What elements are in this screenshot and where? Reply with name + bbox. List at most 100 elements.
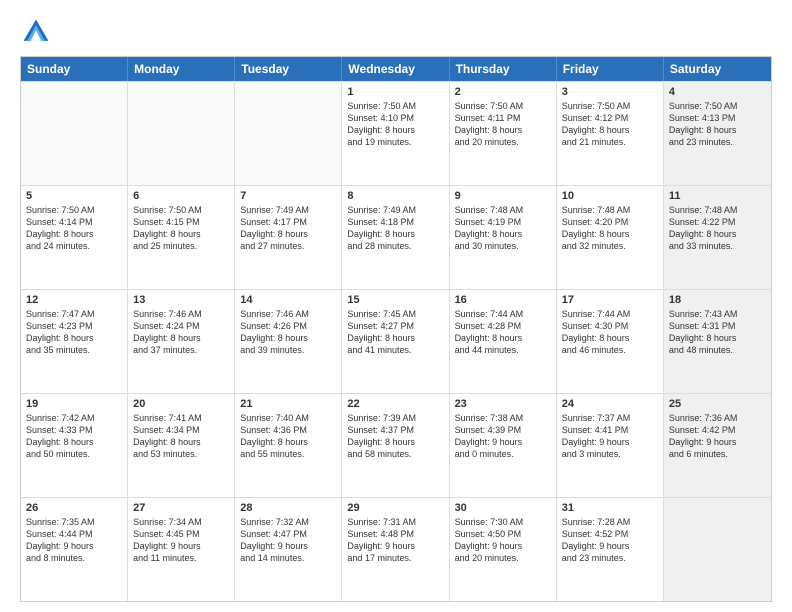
day-number: 6 (133, 190, 229, 202)
cell-info: Sunrise: 7:47 AM Sunset: 4:23 PM Dayligh… (26, 308, 122, 357)
day-number: 4 (669, 86, 766, 98)
calendar-cell: 25Sunrise: 7:36 AM Sunset: 4:42 PM Dayli… (664, 394, 771, 497)
day-number: 5 (26, 190, 122, 202)
day-number: 1 (347, 86, 443, 98)
day-number: 2 (455, 86, 551, 98)
day-number: 15 (347, 294, 443, 306)
calendar-row-3: 19Sunrise: 7:42 AM Sunset: 4:33 PM Dayli… (21, 393, 771, 497)
calendar-cell: 13Sunrise: 7:46 AM Sunset: 4:24 PM Dayli… (128, 290, 235, 393)
day-number: 24 (562, 398, 658, 410)
day-number: 7 (240, 190, 336, 202)
cell-info: Sunrise: 7:50 AM Sunset: 4:12 PM Dayligh… (562, 100, 658, 149)
day-number: 10 (562, 190, 658, 202)
calendar: SundayMondayTuesdayWednesdayThursdayFrid… (20, 56, 772, 602)
day-number: 20 (133, 398, 229, 410)
cell-info: Sunrise: 7:39 AM Sunset: 4:37 PM Dayligh… (347, 412, 443, 461)
calendar-cell: 30 Sunrise: 7:30 AM Sunset: 4:50 PM Dayli… (450, 498, 557, 601)
calendar-cell: 21Sunrise: 7:40 AM Sunset: 4:36 PM Dayli… (235, 394, 342, 497)
calendar-row-0: 1 Sunrise: 7:50 AM Sunset: 4:10 PM Daylig… (21, 81, 771, 185)
calendar-cell: 20Sunrise: 7:41 AM Sunset: 4:34 PM Dayli… (128, 394, 235, 497)
calendar-row-2: 12 Sunrise: 7:47 AM Sunset: 4:23 PM Dayli… (21, 289, 771, 393)
calendar-cell: 10 Sunrise: 7:48 AM Sunset: 4:20 PM Dayli… (557, 186, 664, 289)
cell-info: Sunrise: 7:50 AM Sunset: 4:13 PM Dayligh… (669, 100, 766, 149)
header-day-friday: Friday (557, 57, 664, 81)
cell-info: Sunrise: 7:48 AM Sunset: 4:20 PM Dayligh… (562, 204, 658, 253)
page: SundayMondayTuesdayWednesdayThursdayFrid… (0, 0, 792, 612)
cell-info: Sunrise: 7:28 AM Sunset: 4:52 PM Dayligh… (562, 516, 658, 565)
day-number: 3 (562, 86, 658, 98)
day-number: 28 (240, 502, 336, 514)
calendar-row-1: 5 Sunrise: 7:50 AM Sunset: 4:14 PM Daylig… (21, 185, 771, 289)
calendar-cell: 5 Sunrise: 7:50 AM Sunset: 4:14 PM Daylig… (21, 186, 128, 289)
calendar-header: SundayMondayTuesdayWednesdayThursdayFrid… (21, 57, 771, 81)
day-number: 29 (347, 502, 443, 514)
cell-info: Sunrise: 7:42 AM Sunset: 4:33 PM Dayligh… (26, 412, 122, 461)
day-number: 26 (26, 502, 122, 514)
cell-info: Sunrise: 7:38 AM Sunset: 4:39 PM Dayligh… (455, 412, 551, 461)
day-number: 18 (669, 294, 766, 306)
calendar-cell: 17Sunrise: 7:44 AM Sunset: 4:30 PM Dayli… (557, 290, 664, 393)
day-number: 11 (669, 190, 766, 202)
day-number: 12 (26, 294, 122, 306)
day-number: 9 (455, 190, 551, 202)
cell-info: Sunrise: 7:49 AM Sunset: 4:18 PM Dayligh… (347, 204, 443, 253)
logo (20, 16, 56, 48)
cell-info: Sunrise: 7:46 AM Sunset: 4:26 PM Dayligh… (240, 308, 336, 357)
header-day-sunday: Sunday (21, 57, 128, 81)
cell-info: Sunrise: 7:31 AM Sunset: 4:48 PM Dayligh… (347, 516, 443, 565)
calendar-cell: 11Sunrise: 7:48 AM Sunset: 4:22 PM Dayli… (664, 186, 771, 289)
calendar-cell: 9 Sunrise: 7:48 AM Sunset: 4:19 PM Daylig… (450, 186, 557, 289)
calendar-cell: 14 Sunrise: 7:46 AM Sunset: 4:26 PM Dayli… (235, 290, 342, 393)
calendar-cell: 26 Sunrise: 7:35 AM Sunset: 4:44 PM Dayli… (21, 498, 128, 601)
calendar-cell: 7 Sunrise: 7:49 AM Sunset: 4:17 PM Daylig… (235, 186, 342, 289)
cell-info: Sunrise: 7:32 AM Sunset: 4:47 PM Dayligh… (240, 516, 336, 565)
cell-info: Sunrise: 7:50 AM Sunset: 4:11 PM Dayligh… (455, 100, 551, 149)
cell-info: Sunrise: 7:50 AM Sunset: 4:10 PM Dayligh… (347, 100, 443, 149)
calendar-cell: 19Sunrise: 7:42 AM Sunset: 4:33 PM Dayli… (21, 394, 128, 497)
calendar-cell (664, 498, 771, 601)
calendar-cell: 27 Sunrise: 7:34 AM Sunset: 4:45 PM Dayli… (128, 498, 235, 601)
calendar-cell: 12 Sunrise: 7:47 AM Sunset: 4:23 PM Dayli… (21, 290, 128, 393)
cell-info: Sunrise: 7:45 AM Sunset: 4:27 PM Dayligh… (347, 308, 443, 357)
calendar-cell: 8 Sunrise: 7:49 AM Sunset: 4:18 PM Daylig… (342, 186, 449, 289)
calendar-cell: 29 Sunrise: 7:31 AM Sunset: 4:48 PM Dayli… (342, 498, 449, 601)
cell-info: Sunrise: 7:30 AM Sunset: 4:50 PM Dayligh… (455, 516, 551, 565)
calendar-cell: 24Sunrise: 7:37 AM Sunset: 4:41 PM Dayli… (557, 394, 664, 497)
calendar-cell: 15 Sunrise: 7:45 AM Sunset: 4:27 PM Dayli… (342, 290, 449, 393)
day-number: 23 (455, 398, 551, 410)
header-day-saturday: Saturday (664, 57, 771, 81)
calendar-cell: 4 Sunrise: 7:50 AM Sunset: 4:13 PM Daylig… (664, 82, 771, 185)
calendar-row-4: 26 Sunrise: 7:35 AM Sunset: 4:44 PM Dayli… (21, 497, 771, 601)
cell-info: Sunrise: 7:43 AM Sunset: 4:31 PM Dayligh… (669, 308, 766, 357)
cell-info: Sunrise: 7:48 AM Sunset: 4:19 PM Dayligh… (455, 204, 551, 253)
cell-info: Sunrise: 7:34 AM Sunset: 4:45 PM Dayligh… (133, 516, 229, 565)
calendar-cell: 3 Sunrise: 7:50 AM Sunset: 4:12 PM Daylig… (557, 82, 664, 185)
day-number: 27 (133, 502, 229, 514)
day-number: 8 (347, 190, 443, 202)
cell-info: Sunrise: 7:40 AM Sunset: 4:36 PM Dayligh… (240, 412, 336, 461)
calendar-cell: 18 Sunrise: 7:43 AM Sunset: 4:31 PM Dayli… (664, 290, 771, 393)
cell-info: Sunrise: 7:50 AM Sunset: 4:15 PM Dayligh… (133, 204, 229, 253)
calendar-cell: 16Sunrise: 7:44 AM Sunset: 4:28 PM Dayli… (450, 290, 557, 393)
cell-info: Sunrise: 7:35 AM Sunset: 4:44 PM Dayligh… (26, 516, 122, 565)
logo-icon (20, 16, 52, 48)
header-day-wednesday: Wednesday (342, 57, 449, 81)
calendar-cell: 23 Sunrise: 7:38 AM Sunset: 4:39 PM Dayli… (450, 394, 557, 497)
cell-info: Sunrise: 7:50 AM Sunset: 4:14 PM Dayligh… (26, 204, 122, 253)
day-number: 22 (347, 398, 443, 410)
cell-info: Sunrise: 7:44 AM Sunset: 4:30 PM Dayligh… (562, 308, 658, 357)
calendar-cell: 28 Sunrise: 7:32 AM Sunset: 4:47 PM Dayli… (235, 498, 342, 601)
calendar-cell: 31 Sunrise: 7:28 AM Sunset: 4:52 PM Dayli… (557, 498, 664, 601)
calendar-cell: 22 Sunrise: 7:39 AM Sunset: 4:37 PM Dayli… (342, 394, 449, 497)
calendar-cell (128, 82, 235, 185)
cell-info: Sunrise: 7:49 AM Sunset: 4:17 PM Dayligh… (240, 204, 336, 253)
cell-info: Sunrise: 7:44 AM Sunset: 4:28 PM Dayligh… (455, 308, 551, 357)
day-number: 14 (240, 294, 336, 306)
header-day-thursday: Thursday (450, 57, 557, 81)
calendar-cell (235, 82, 342, 185)
header (20, 16, 772, 48)
calendar-cell: 1 Sunrise: 7:50 AM Sunset: 4:10 PM Daylig… (342, 82, 449, 185)
day-number: 31 (562, 502, 658, 514)
day-number: 30 (455, 502, 551, 514)
day-number: 13 (133, 294, 229, 306)
